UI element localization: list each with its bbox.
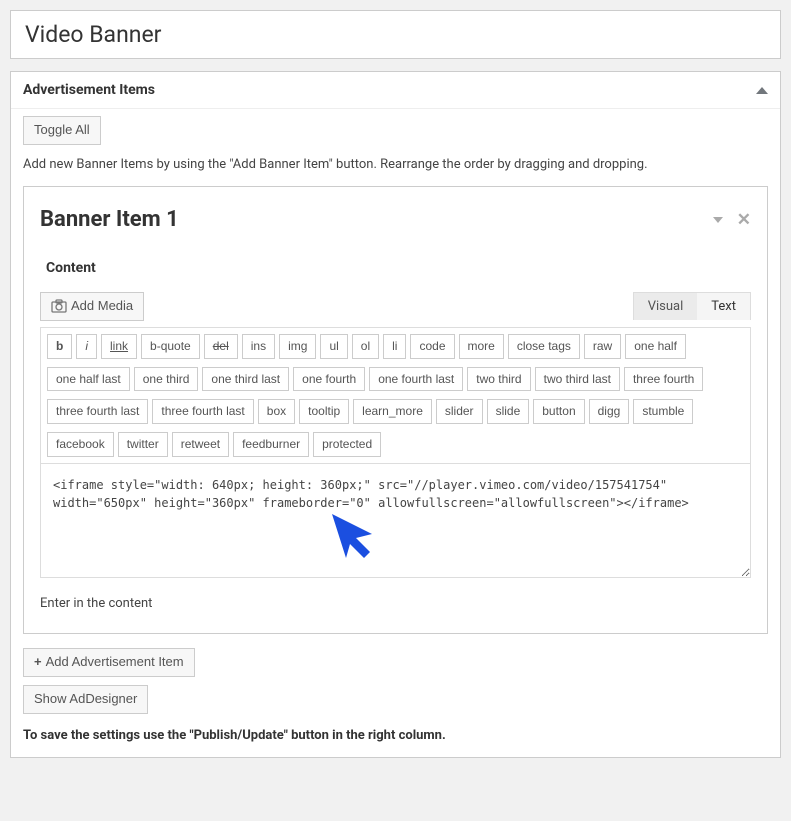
quicktag-del[interactable]: del	[204, 334, 238, 359]
quicktag-raw[interactable]: raw	[584, 334, 621, 359]
quicktag-three-fourth[interactable]: three fourth	[624, 367, 703, 392]
quicktag-b-quote[interactable]: b-quote	[141, 334, 200, 359]
add-advertisement-item-label: Add Advertisement Item	[46, 654, 184, 671]
banner-item-title: Banner Item 1	[40, 207, 179, 232]
quicktag-code[interactable]: code	[410, 334, 454, 359]
camera-icon	[51, 299, 67, 313]
quicktag-link[interactable]: link	[101, 334, 137, 359]
quicktag-two-third-last[interactable]: two third last	[535, 367, 620, 392]
quicktag-tooltip[interactable]: tooltip	[299, 399, 349, 424]
toggle-all-button[interactable]: Toggle All	[23, 116, 101, 145]
quicktag-ul[interactable]: ul	[320, 334, 347, 359]
editor-tabs: Visual Text	[633, 292, 751, 320]
quicktag-three-fourth-last[interactable]: three fourth last	[152, 399, 253, 424]
quicktag-li[interactable]: li	[383, 334, 406, 359]
quicktag-button[interactable]: button	[533, 399, 584, 424]
quicktag-one-half[interactable]: one half	[625, 334, 686, 359]
banner-item-1: Banner Item 1 ✕ Content Add Media Visual…	[23, 186, 768, 634]
quicktag-protected[interactable]: protected	[313, 432, 381, 457]
add-media-button[interactable]: Add Media	[40, 292, 144, 321]
quicktag-three-fourth-last[interactable]: three fourth last	[47, 399, 148, 424]
close-icon[interactable]: ✕	[737, 212, 751, 229]
chevron-down-icon[interactable]	[713, 217, 723, 223]
bottom-actions: + Add Advertisement Item Show AdDesigner	[23, 648, 768, 714]
quicktag-learn-more[interactable]: learn_more	[353, 399, 432, 424]
section-title: Advertisement Items	[23, 82, 155, 98]
quicktag-digg[interactable]: digg	[589, 399, 630, 424]
content-label: Content	[46, 260, 751, 276]
save-footnote: To save the settings use the "Publish/Up…	[23, 728, 768, 743]
quicktag-one-fourth-last[interactable]: one fourth last	[369, 367, 463, 392]
quicktag-b[interactable]: b	[47, 334, 72, 359]
add-media-label: Add Media	[71, 298, 133, 315]
collapse-up-icon[interactable]	[756, 87, 768, 94]
show-addesigner-button[interactable]: Show AdDesigner	[23, 685, 148, 714]
quicktag-img[interactable]: img	[279, 334, 316, 359]
section-header[interactable]: Advertisement Items	[11, 72, 780, 109]
advertisement-items-section: Advertisement Items Toggle All Add new B…	[10, 71, 781, 758]
quicktag-close-tags[interactable]: close tags	[508, 334, 580, 359]
plus-icon: +	[34, 654, 42, 671]
quicktag-ins[interactable]: ins	[242, 334, 275, 359]
quicktag-slide[interactable]: slide	[487, 399, 530, 424]
quicktag-one-half-last[interactable]: one half last	[47, 367, 130, 392]
quicktag-box[interactable]: box	[258, 399, 295, 424]
quicktag-feedburner[interactable]: feedburner	[233, 432, 309, 457]
quicktag-i[interactable]: i	[76, 334, 97, 359]
quicktag-slider[interactable]: slider	[436, 399, 483, 424]
code-area-wrapper	[40, 464, 751, 582]
quicktag-one-third[interactable]: one third	[134, 367, 199, 392]
add-advertisement-item-button[interactable]: + Add Advertisement Item	[23, 648, 195, 677]
quicktag-twitter[interactable]: twitter	[118, 432, 168, 457]
quicktag-one-third-last[interactable]: one third last	[202, 367, 289, 392]
tab-text[interactable]: Text	[697, 293, 750, 320]
editor-top-row: Add Media Visual Text	[40, 292, 751, 321]
quicktag-more[interactable]: more	[459, 334, 504, 359]
tab-visual[interactable]: Visual	[634, 293, 698, 320]
content-textarea[interactable]	[40, 464, 751, 578]
quicktag-ol[interactable]: ol	[352, 334, 379, 359]
banner-item-header: Banner Item 1 ✕	[40, 201, 751, 232]
page-title: Video Banner	[11, 11, 780, 58]
quicktag-two-third[interactable]: two third	[467, 367, 530, 392]
section-body: Toggle All Add new Banner Items by using…	[11, 109, 780, 757]
quicktag-retweet[interactable]: retweet	[172, 432, 229, 457]
quicktag-one-fourth[interactable]: one fourth	[293, 367, 365, 392]
page-header: Video Banner	[10, 10, 781, 59]
banner-item-actions: ✕	[713, 204, 751, 229]
quicktag-facebook[interactable]: facebook	[47, 432, 114, 457]
quicktags-toolbar: bilinkb-quotedelinsimgulollicodemoreclos…	[40, 327, 751, 464]
content-hint: Enter in the content	[40, 596, 751, 611]
help-text: Add new Banner Items by using the "Add B…	[23, 157, 768, 172]
quicktag-stumble[interactable]: stumble	[633, 399, 693, 424]
